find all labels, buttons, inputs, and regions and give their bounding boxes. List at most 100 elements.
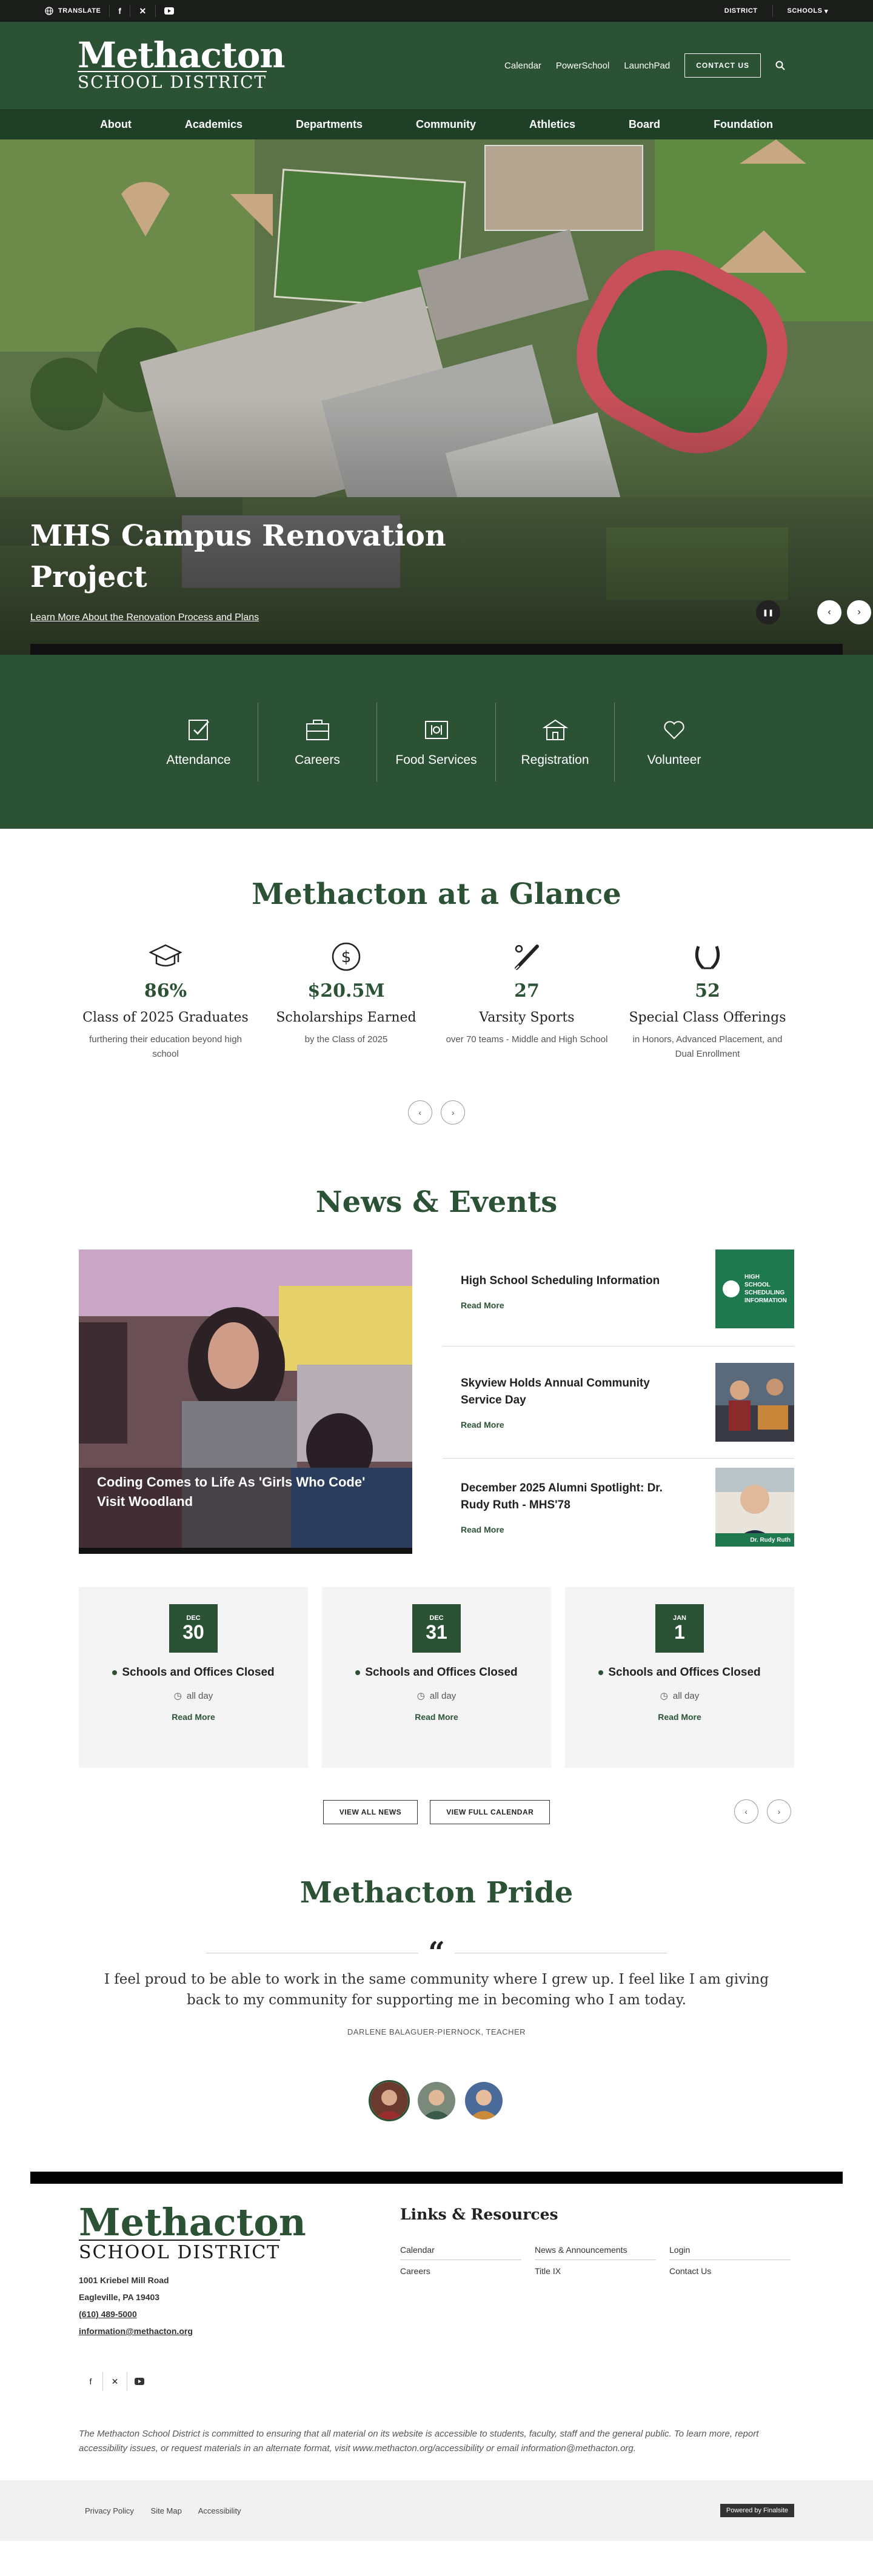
footer-link-login[interactable]: Login [669,2239,791,2260]
alumni-portrait-photo [715,1468,794,1547]
footer-link-contact[interactable]: Contact Us [669,2260,791,2281]
youtube-icon[interactable] [127,2372,152,2390]
event-read-more-link[interactable]: Read More [172,1712,215,1722]
glance-prev-button[interactable]: ‹ [407,1100,432,1125]
event-title: Schools and Offices Closed [122,1666,275,1679]
event-card[interactable]: DEC 31 Schools and Offices Closed ◷ all d… [322,1587,551,1768]
pride-title: Methacton Pride [299,1876,574,1910]
event-date-badge: DEC 31 [412,1604,461,1653]
privacy-policy-link[interactable]: Privacy Policy [85,2506,134,2515]
footer-links-grid: Calendar News & Announcements Login Care… [400,2239,794,2281]
footer-logo-subtitle: SCHOOL DISTRICT [79,2240,281,2263]
nav-item-academics[interactable]: Academics [158,118,269,131]
header-link-launchpad[interactable]: LaunchPad [624,61,670,71]
site-map-link[interactable]: Site Map [151,2506,182,2515]
avatar[interactable] [463,2080,504,2121]
quick-link-volunteer[interactable]: Volunteer [615,703,734,781]
event-time-row: ◷ all day [660,1690,699,1702]
news-title: News & Events [315,1185,558,1219]
hero-pause-button[interactable]: ❚❚ [756,600,780,624]
powered-by-badge[interactable]: Powered by Finalsite [720,2504,794,2517]
news-next-button[interactable]: › [767,1799,791,1824]
news-thumbnail: HIGH SCHOOL SCHEDULING INFORMATION [715,1250,794,1328]
news-grid: Coding Comes to Life As 'Girls Who Code'… [79,1250,794,1556]
quick-link-registration[interactable]: Registration [496,702,615,781]
x-icon: ✕ [139,5,147,16]
hero-learn-more-link[interactable]: Learn More About the Renovation Process … [30,612,259,623]
stats-row: 86% Class of 2025 Graduates furthering t… [0,942,873,1062]
news-thumbnail-text: Dr. Rudy Ruth [750,1537,791,1544]
district-mark-icon [723,1280,740,1297]
footer-social: f ✕ [79,2372,400,2390]
news-item-text: High School Scheduling Information Read … [443,1250,685,1310]
news-list-item[interactable]: High School Scheduling Information Read … [443,1250,794,1347]
schools-dropdown[interactable]: SCHOOLS ▾ [772,5,843,17]
event-read-more-link[interactable]: Read More [658,1712,701,1722]
stat-card: 86% Class of 2025 Graduates furthering t… [75,942,256,1062]
glance-next-button[interactable]: › [441,1100,466,1125]
footer-links-title: Links & Resources [400,2206,558,2223]
footer-link-news[interactable]: News & Announcements [535,2239,656,2260]
read-more-link[interactable]: Read More [461,1420,685,1430]
x-link[interactable]: ✕ [130,5,156,17]
clock-icon: ◷ [173,1691,182,1701]
event-title-row: Schools and Offices Closed [112,1666,275,1679]
footer-logo[interactable]: Methacton SCHOOL DISTRICT [79,2204,400,2263]
hero-next-button[interactable]: › [847,600,871,624]
utility-left: TRANSLATE f ✕ [36,5,182,17]
view-all-news-button[interactable]: VIEW ALL NEWS [323,1800,418,1824]
stat-title: Class of 2025 Graduates [82,1010,249,1025]
nav-item-about[interactable]: About [73,118,158,131]
quick-link-careers[interactable]: Careers [258,702,377,781]
clipboard-check-icon [188,719,209,740]
news-prev-button[interactable]: ‹ [734,1799,758,1824]
avatar-photo [418,2082,455,2119]
translate-button[interactable]: TRANSLATE [36,5,110,17]
nav-item-board[interactable]: Board [602,118,687,131]
view-full-calendar-button[interactable]: VIEW FULL CALENDAR [430,1800,550,1824]
read-more-link[interactable]: Read More [461,1300,685,1310]
accessibility-link[interactable]: Accessibility [198,2506,241,2515]
translate-label: TRANSLATE [58,7,101,15]
footer-link-title-ix[interactable]: Title IX [535,2260,656,2281]
avatar[interactable] [369,2080,410,2121]
news-list-item[interactable]: Skyview Holds Annual Community Service D… [443,1347,794,1459]
event-read-more-link[interactable]: Read More [415,1712,458,1722]
stat-description: furthering their education beyond high s… [89,1034,242,1059]
youtube-link[interactable] [156,5,182,17]
phone-link[interactable]: (610) 489-5000 [79,2306,400,2323]
facebook-icon[interactable]: f [79,2372,103,2390]
news-list-item[interactable]: December 2025 Alumni Spotlight: Dr. Rudy… [443,1459,794,1556]
quote-divider: “ [0,1938,873,1967]
nav-item-community[interactable]: Community [389,118,503,131]
quick-link-attendance[interactable]: Attendance [139,702,258,781]
footer-link-careers[interactable]: Careers [400,2260,521,2281]
heart-hand-icon [664,720,684,739]
laurel-wreath-icon [695,946,720,969]
avatar[interactable] [416,2080,457,2121]
read-more-link[interactable]: Read More [461,1525,685,1534]
event-card[interactable]: JAN 1 Schools and Offices Closed ◷ all da… [565,1587,794,1768]
facebook-link[interactable]: f [110,5,131,17]
header-link-calendar[interactable]: Calendar [504,61,541,71]
event-title-row: Schools and Offices Closed [598,1666,761,1679]
email-link[interactable]: information@methacton.org [79,2323,400,2340]
nav-item-athletics[interactable]: Athletics [503,118,602,131]
hero-prev-button[interactable]: ‹ [817,600,841,624]
featured-news-card[interactable]: Coding Comes to Life As 'Girls Who Code'… [79,1250,412,1554]
footer-link-calendar[interactable]: Calendar [400,2239,521,2260]
news-item-title: Skyview Holds Annual Community Service D… [461,1377,650,1407]
contact-us-button[interactable]: CONTACT US [684,53,761,78]
quick-link-food-services[interactable]: Food Services [377,702,496,781]
nav-item-foundation[interactable]: Foundation [687,118,800,131]
event-card[interactable]: DEC 30 Schools and Offices Closed ◷ all d… [79,1587,308,1768]
header-link-powerschool[interactable]: PowerSchool [556,61,609,71]
search-icon[interactable] [775,61,785,70]
district-logo[interactable]: Methacton SCHOOL DISTRICT [78,38,286,92]
district-button[interactable]: DISTRICT [710,5,772,17]
footer-bottom-links: Privacy Policy Site Map Accessibility [85,2506,256,2515]
event-time: all day [429,1690,457,1701]
x-icon[interactable]: ✕ [103,2372,127,2390]
news-carousel-controls: ‹ › [731,1799,794,1824]
nav-item-departments[interactable]: Departments [269,118,389,131]
